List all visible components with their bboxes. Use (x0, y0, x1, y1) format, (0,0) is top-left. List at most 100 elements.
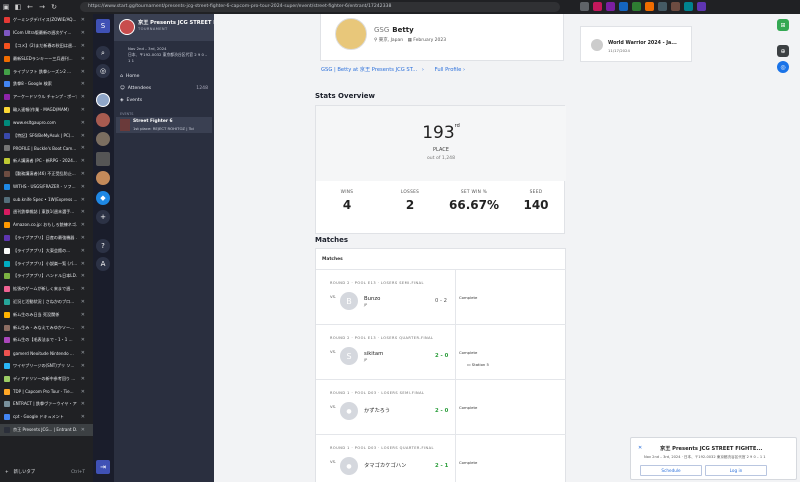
tab-close-icon[interactable]: ✕ (81, 273, 85, 279)
reload-icon[interactable]: ↻ (48, 3, 60, 11)
browser-tab[interactable]: 拡張のゲームが新しく来まで週... ✕ (0, 283, 93, 296)
tab-close-icon[interactable]: ✕ (81, 427, 85, 433)
opponent-name[interactable]: sikitam (364, 351, 383, 357)
sidebar-app-icon[interactable]: ⊞ (777, 19, 789, 31)
browser-tab[interactable]: Amazon.co.jp: おもしろ銃練ネゴ... ✕ (0, 219, 93, 232)
extension-icon[interactable] (632, 2, 641, 11)
browser-tab[interactable]: PROFILE | Buckle's Boot Cam... ✕ (0, 142, 93, 155)
help-icon[interactable]: ? (96, 239, 110, 253)
browser-tab[interactable]: 【特記】SF6/BeMyAsuk | PC(... ✕ (0, 129, 93, 142)
close-icon[interactable]: ✕ (638, 445, 642, 451)
tab-close-icon[interactable]: ✕ (81, 133, 85, 139)
extension-icon[interactable] (580, 2, 589, 11)
startgg-logo-icon[interactable]: S (96, 19, 110, 33)
login-button[interactable]: Log in (705, 465, 767, 476)
browser-tab[interactable]: 新ム生の【毛表法まで・1・1 ... ✕ (0, 334, 93, 347)
opponent-name[interactable]: タマゴカケゴハン (364, 461, 406, 469)
tournament-avatar-icon[interactable] (96, 113, 110, 127)
opponent-name[interactable]: Bunzo (364, 296, 380, 302)
tab-close-icon[interactable]: ✕ (81, 414, 85, 420)
sidebar-toggle-icon[interactable]: ◧ (12, 3, 24, 11)
search-icon[interactable]: ⌕ (96, 46, 110, 60)
tournament-avatar-icon[interactable] (96, 171, 110, 185)
browser-tab[interactable]: 最新SLEDランキーー三兵週刊... ✕ (0, 52, 93, 65)
browser-tab[interactable]: 新人講演者 (PC - 新RPG - 2024... ✕ (0, 155, 93, 168)
match-row[interactable]: ROUND 2 · POOL E13 · LOSERS SEMI-FINAL VS… (316, 269, 566, 325)
match-row[interactable]: ROUND 2 · POOL E13 · LOSERS QUARTER-FINA… (316, 324, 566, 380)
browser-tab[interactable]: 【コメ】(2)まだ新春の秋田は週... ✕ (0, 40, 93, 53)
extension-icon[interactable] (619, 2, 628, 11)
browser-tab[interactable]: 【ライブアプリ】日産の最強機器 ... ✕ (0, 232, 93, 245)
sidebar-item-events[interactable]: ◈ Events (120, 94, 214, 106)
browser-tab[interactable]: ライブソフト 鉄拳シーズン2 ... ✕ (0, 65, 93, 78)
event-item[interactable]: Street Fighter 6 1st place: REJECT ROHIT… (116, 117, 212, 133)
entrant-link[interactable]: GSG | Betty at 京王 Presents JCG ST... (321, 67, 417, 73)
tab-close-icon[interactable]: ✕ (81, 286, 85, 292)
tab-close-icon[interactable]: ✕ (81, 43, 85, 49)
recent-tournament-card[interactable]: World Warrior 2024 - Ja... 11/17/2024 (580, 26, 692, 62)
tab-close-icon[interactable]: ✕ (81, 94, 85, 100)
browser-tab[interactable]: 輸入速報(作業 - MAGD(MAM) ✕ (0, 104, 93, 117)
tab-close-icon[interactable]: ✕ (81, 325, 85, 331)
extension-icon[interactable] (645, 2, 654, 11)
tab-close-icon[interactable]: ✕ (81, 350, 85, 356)
tab-close-icon[interactable]: ✕ (81, 69, 85, 75)
browser-tab[interactable]: ICom Ultra版最新の週次ゲイ... ✕ (0, 27, 93, 40)
tab-close-icon[interactable]: ✕ (81, 145, 85, 151)
browser-tab[interactable]: 【ライブアプリ】小説楽一覧 (パ... ✕ (0, 257, 93, 270)
extension-icon[interactable] (593, 2, 602, 11)
browser-tab[interactable]: sub.knife Spec • 1W(Express ... ✕ (0, 193, 93, 206)
opponent-avatar[interactable]: ● (340, 457, 358, 475)
tab-close-icon[interactable]: ✕ (81, 184, 85, 190)
compass-icon[interactable]: ◎ (96, 64, 110, 78)
tab-close-icon[interactable]: ✕ (81, 312, 85, 318)
browser-tab[interactable]: cpt - Google ドキュメント ✕ (0, 411, 93, 424)
tab-list-icon[interactable]: ▣ (0, 3, 12, 11)
browser-tab[interactable]: 新ム生み - みなえてみゆかソー... ✕ (0, 321, 93, 334)
full-profile-link[interactable]: Full Profile (435, 67, 462, 73)
tab-close-icon[interactable]: ✕ (81, 209, 85, 215)
sidebar-item-attendees[interactable]: ☺ Attendees 1248 (120, 82, 214, 94)
tab-close-icon[interactable]: ✕ (81, 248, 85, 254)
browser-tab[interactable]: 【ライブアプリ】大東会館の... ✕ (0, 244, 93, 257)
profile-avatar[interactable] (335, 18, 367, 50)
opponent-name[interactable]: かずたろう (364, 406, 390, 414)
tab-close-icon[interactable]: ✕ (81, 401, 85, 407)
sidebar-app-icon[interactable]: ⊕ (777, 45, 789, 57)
browser-tab[interactable]: ENTRACT | 鉄拳ヴァーウイヤ・アル... ✕ (0, 398, 93, 411)
address-bar[interactable]: https://www.start.gg/tournament/presents… (80, 2, 560, 12)
tab-close-icon[interactable]: ✕ (81, 337, 85, 343)
browser-tab[interactable]: 週刊鉄拳雑誌 | 東鉄1(週末選手... ✕ (0, 206, 93, 219)
profile-avatar[interactable] (697, 2, 706, 11)
tournament-avatar-icon[interactable] (96, 152, 110, 166)
browser-tab[interactable]: 【ライブアプリ】ハンドル日本LD... ✕ (0, 270, 93, 283)
tournament-avatar-icon[interactable] (96, 132, 110, 146)
browser-tab[interactable]: 新ム生のみ日当 死没関係 ✕ (0, 308, 93, 321)
browser-tab[interactable]: アーケードソウル チャンプ・ポーツ ... ✕ (0, 91, 93, 104)
browser-tab[interactable]: gamerd Neoitude Nintendo ... ✕ (0, 347, 93, 360)
browser-tab[interactable]: www.esltgaupro.com ✕ (0, 116, 93, 129)
extension-icon[interactable] (658, 2, 667, 11)
tab-close-icon[interactable]: ✕ (81, 222, 85, 228)
tournament-avatar-icon[interactable] (96, 93, 110, 107)
match-row[interactable]: ROUND 1 · POOL D03 · LOSERS QUARTER-FINA… (316, 434, 566, 482)
browser-tab[interactable]: WITHS - USGS/FRAZER - ソフ... ✕ (0, 180, 93, 193)
browser-tab[interactable]: 鉄拳8 - Google 検索 ✕ (0, 78, 93, 91)
extension-icon[interactable] (671, 2, 680, 11)
tab-close-icon[interactable]: ✕ (81, 261, 85, 267)
browser-tab[interactable]: ゲーミングデバイス(ZOWIE/AQ... ✕ (0, 14, 93, 27)
tab-close-icon[interactable]: ✕ (81, 158, 85, 164)
tab-close-icon[interactable]: ✕ (81, 376, 85, 382)
opponent-avatar[interactable]: B (340, 292, 358, 310)
opponent-avatar[interactable]: ● (340, 402, 358, 420)
back-icon[interactable]: ← (24, 3, 36, 11)
extension-icon[interactable] (684, 2, 693, 11)
tab-close-icon[interactable]: ✕ (81, 299, 85, 305)
tab-close-icon[interactable]: ✕ (81, 235, 85, 241)
browser-tab[interactable]: 京王 Presents JCG... | Entrant D... ✕ (0, 423, 93, 437)
add-icon[interactable]: + (96, 210, 110, 224)
match-row[interactable]: ROUND 1 · POOL D03 · LOSERS SEMI-FINAL VS… (316, 379, 566, 435)
sidebar-item-home[interactable]: ⌂ Home (120, 70, 214, 82)
new-tab-button[interactable]: + 新しいタブ Ctrl+T (0, 466, 93, 478)
tab-close-icon[interactable]: ✕ (81, 389, 85, 395)
